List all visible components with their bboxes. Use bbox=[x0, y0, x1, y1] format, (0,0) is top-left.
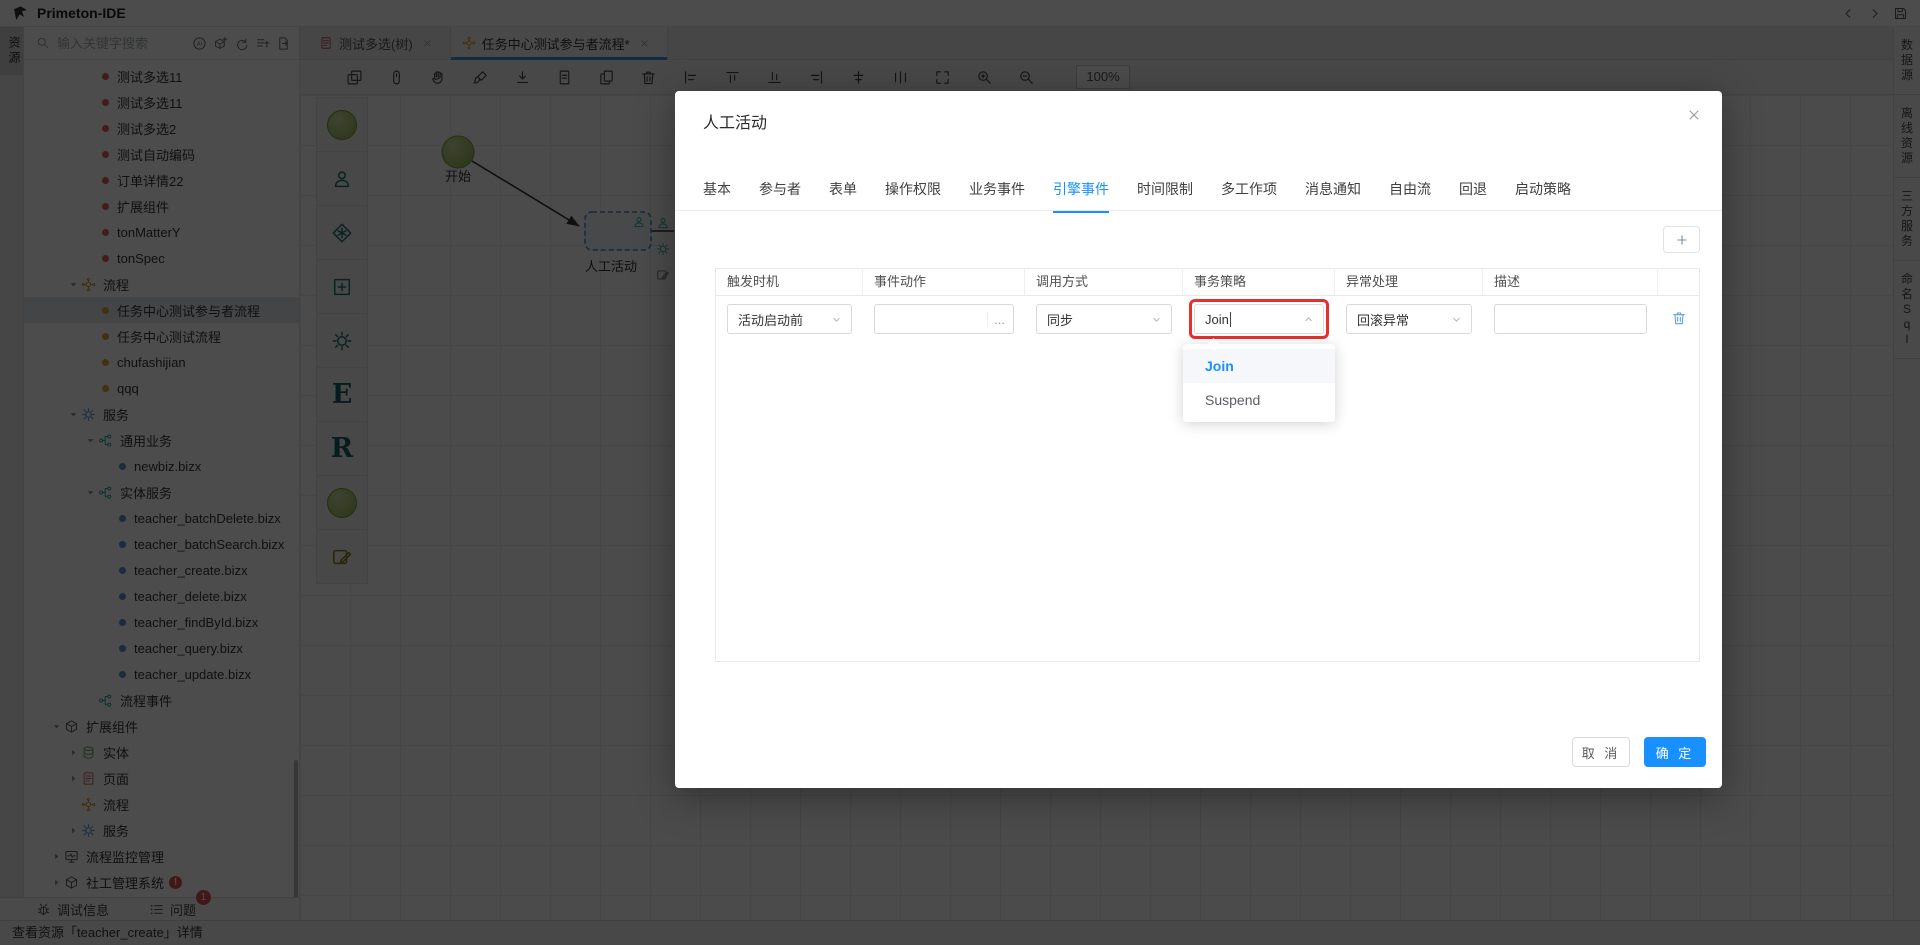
strategy-dropdown: Join Suspend bbox=[1183, 338, 1335, 422]
dialog-tab[interactable]: 基本 bbox=[703, 179, 731, 213]
action-input[interactable] bbox=[885, 311, 984, 327]
invoke-value: 同步 bbox=[1047, 312, 1074, 328]
plus-icon bbox=[1675, 233, 1689, 247]
dialog-footer: 取 消 确 定 bbox=[1572, 737, 1706, 767]
trigger-select[interactable]: 活动启动前 bbox=[727, 304, 852, 334]
dialog-tab[interactable]: 消息通知 bbox=[1305, 179, 1361, 213]
exception-cell: 回滚异常 bbox=[1335, 296, 1483, 342]
table-header: 触发时机 事件动作 调用方式 事务策略 异常处理 描述 bbox=[716, 269, 1699, 296]
dialog-tab[interactable]: 引擎事件 bbox=[1053, 179, 1109, 213]
invoke-select[interactable]: 同步 bbox=[1036, 304, 1172, 334]
description-input[interactable] bbox=[1505, 311, 1638, 327]
tabs-divider bbox=[675, 210, 1722, 211]
dropdown-option[interactable]: Suspend bbox=[1183, 383, 1335, 417]
description-input-wrap bbox=[1494, 304, 1647, 334]
invoke-cell: 同步 bbox=[1025, 296, 1183, 342]
description-cell bbox=[1483, 296, 1658, 342]
trigger-value: 活动启动前 bbox=[738, 312, 804, 328]
dialog-tab[interactable]: 时间限制 bbox=[1137, 179, 1193, 213]
dropdown-option[interactable]: Join bbox=[1183, 349, 1335, 383]
manual-activity-dialog: 人工活动 基本 参与者 表单 操作权限 业务事件 引擎事件 时间限制 多工作项 消息通知 自由流回… bbox=[675, 91, 1722, 788]
dialog-tab[interactable]: 参与者 bbox=[759, 179, 801, 213]
action-cell: ... bbox=[863, 296, 1025, 342]
dropdown-options: Join Suspend bbox=[1183, 349, 1335, 417]
cancel-button[interactable]: 取 消 bbox=[1572, 737, 1630, 767]
exception-value: 回滚异常 bbox=[1357, 312, 1410, 328]
strategy-combobox[interactable]: Join bbox=[1194, 304, 1324, 334]
dialog-tabs: 基本 参与者 表单 操作权限 业务事件 引擎事件 时间限制 多工作项 消息通知 自由流 回退 启动策略 bbox=[703, 179, 1571, 213]
column-header: 描述 bbox=[1483, 269, 1658, 295]
strategy-value: Join bbox=[1205, 311, 1229, 327]
dialog-tab[interactable]: 多工作项 bbox=[1221, 179, 1277, 213]
chevron-down-icon bbox=[830, 313, 843, 326]
trigger-cell: 活动启动前 bbox=[716, 296, 863, 342]
column-header: 触发时机 bbox=[716, 269, 863, 295]
action-more-button[interactable]: ... bbox=[987, 311, 1005, 327]
add-row-button[interactable] bbox=[1663, 226, 1700, 253]
column-header: 事务策略 bbox=[1183, 269, 1335, 295]
chevron-up-icon bbox=[1302, 313, 1315, 326]
row-actions-cell bbox=[1658, 296, 1699, 342]
dialog-tab[interactable]: 操作权限 bbox=[885, 179, 941, 213]
dialog-tab[interactable]: 业务事件 bbox=[969, 179, 1025, 213]
exception-select[interactable]: 回滚异常 bbox=[1346, 304, 1472, 334]
chevron-down-icon bbox=[1150, 313, 1163, 326]
chevron-down-icon bbox=[1450, 313, 1463, 326]
text-cursor bbox=[1229, 311, 1231, 327]
trash-icon bbox=[1671, 310, 1687, 326]
column-header: 异常处理 bbox=[1335, 269, 1483, 295]
dialog-tab[interactable]: 表单 bbox=[829, 179, 857, 213]
engine-events-table: 触发时机事件动作调用方式事务策略异常处理描述 活动启动前 ... 同步 bbox=[715, 268, 1700, 662]
delete-row-button[interactable] bbox=[1671, 310, 1687, 329]
column-header: 事件动作 bbox=[863, 269, 1025, 295]
strategy-cell: Join bbox=[1183, 296, 1335, 342]
close-icon[interactable] bbox=[1686, 107, 1702, 123]
column-header: 调用方式 bbox=[1025, 269, 1183, 295]
action-input-group: ... bbox=[874, 304, 1014, 334]
ok-button[interactable]: 确 定 bbox=[1644, 737, 1706, 767]
table-row: 活动启动前 ... 同步 Join 回滚异常 bbox=[716, 296, 1699, 342]
dialog-tab[interactable]: 自由流 bbox=[1389, 179, 1431, 213]
dialog-tab[interactable]: 回退 bbox=[1459, 179, 1487, 213]
dialog-tab[interactable]: 启动策略 bbox=[1515, 179, 1571, 213]
dialog-title: 人工活动 bbox=[703, 115, 768, 132]
column-header-actions bbox=[1658, 269, 1699, 295]
